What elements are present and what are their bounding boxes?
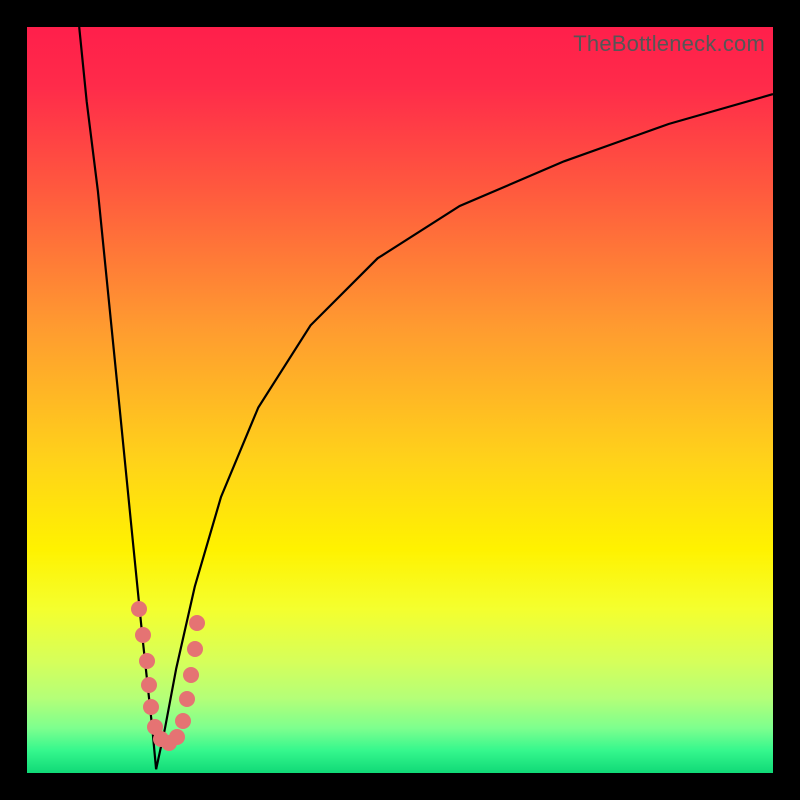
curve-right-branch (156, 94, 773, 769)
outer-frame: TheBottleneck.com (0, 0, 800, 800)
plot-area: TheBottleneck.com (27, 27, 773, 773)
marker-dot (141, 677, 157, 693)
marker-dot (179, 691, 195, 707)
marker-dot (139, 653, 155, 669)
marker-dot (131, 601, 147, 617)
marker-dot (135, 627, 151, 643)
marker-dot (183, 667, 199, 683)
marker-dot (143, 699, 159, 715)
marker-dot (189, 615, 205, 631)
marker-dot (175, 713, 191, 729)
marker-dot (169, 729, 185, 745)
marker-dot (187, 641, 203, 657)
